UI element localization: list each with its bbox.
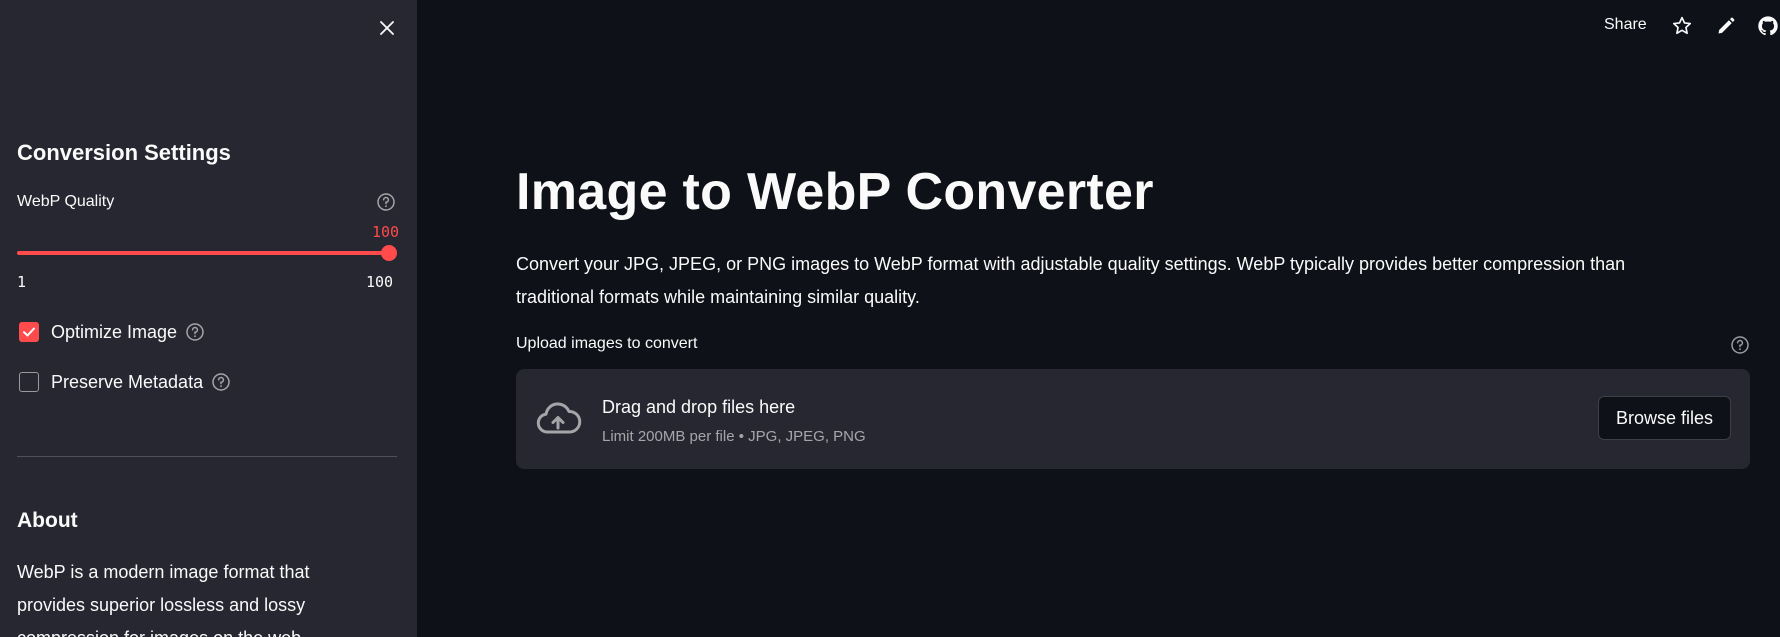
slider-fill bbox=[17, 251, 389, 255]
cloud-upload-icon bbox=[534, 399, 582, 439]
page-description: Convert your JPG, JPEG, or PNG images to… bbox=[516, 254, 1626, 307]
file-dropzone[interactable]: Drag and drop files here Limit 200MB per… bbox=[516, 369, 1750, 469]
star-icon[interactable] bbox=[1670, 14, 1694, 38]
page-title: Image to WebP Converter bbox=[516, 163, 1154, 221]
help-icon[interactable] bbox=[211, 372, 231, 392]
help-icon[interactable] bbox=[185, 322, 205, 342]
dropzone-title: Drag and drop files here bbox=[602, 397, 796, 417]
share-button[interactable]: Share bbox=[1604, 16, 1647, 34]
checkbox-unchecked[interactable] bbox=[19, 372, 39, 392]
settings-title: Conversion Settings bbox=[17, 140, 231, 165]
upload-label: Upload images to convert bbox=[516, 335, 698, 352]
close-icon[interactable] bbox=[373, 14, 401, 42]
slider-thumb[interactable] bbox=[381, 245, 397, 261]
checkbox-checked[interactable] bbox=[19, 322, 39, 342]
sidebar-divider bbox=[17, 456, 397, 457]
app-root: Conversion Settings WebP Quality 100 1 1… bbox=[0, 0, 1780, 637]
quality-slider[interactable] bbox=[17, 245, 397, 261]
about-title: About bbox=[17, 509, 78, 532]
preserve-label: Preserve Metadata bbox=[51, 371, 204, 392]
browse-files-button[interactable]: Browse files bbox=[1598, 396, 1731, 440]
sidebar: Conversion Settings WebP Quality 100 1 1… bbox=[0, 0, 417, 637]
preserve-checkbox[interactable]: Preserve Metadata bbox=[19, 370, 231, 394]
help-icon[interactable] bbox=[1730, 335, 1750, 355]
optimize-checkbox[interactable]: Optimize Image bbox=[19, 320, 205, 344]
about-text: WebP is a modern image format that provi… bbox=[17, 562, 310, 637]
pencil-icon[interactable] bbox=[1714, 14, 1738, 38]
slider-min: 1 bbox=[17, 273, 27, 291]
check-icon bbox=[23, 327, 35, 337]
github-icon[interactable] bbox=[1756, 14, 1780, 38]
slider-max: 100 bbox=[366, 273, 394, 291]
slider-value: 100 bbox=[372, 223, 400, 241]
optimize-label: Optimize Image bbox=[51, 321, 178, 342]
help-icon[interactable] bbox=[376, 192, 396, 212]
quality-label: WebP Quality bbox=[17, 193, 115, 210]
dropzone-subtitle: Limit 200MB per file • JPG, JPEG, PNG bbox=[602, 428, 866, 445]
